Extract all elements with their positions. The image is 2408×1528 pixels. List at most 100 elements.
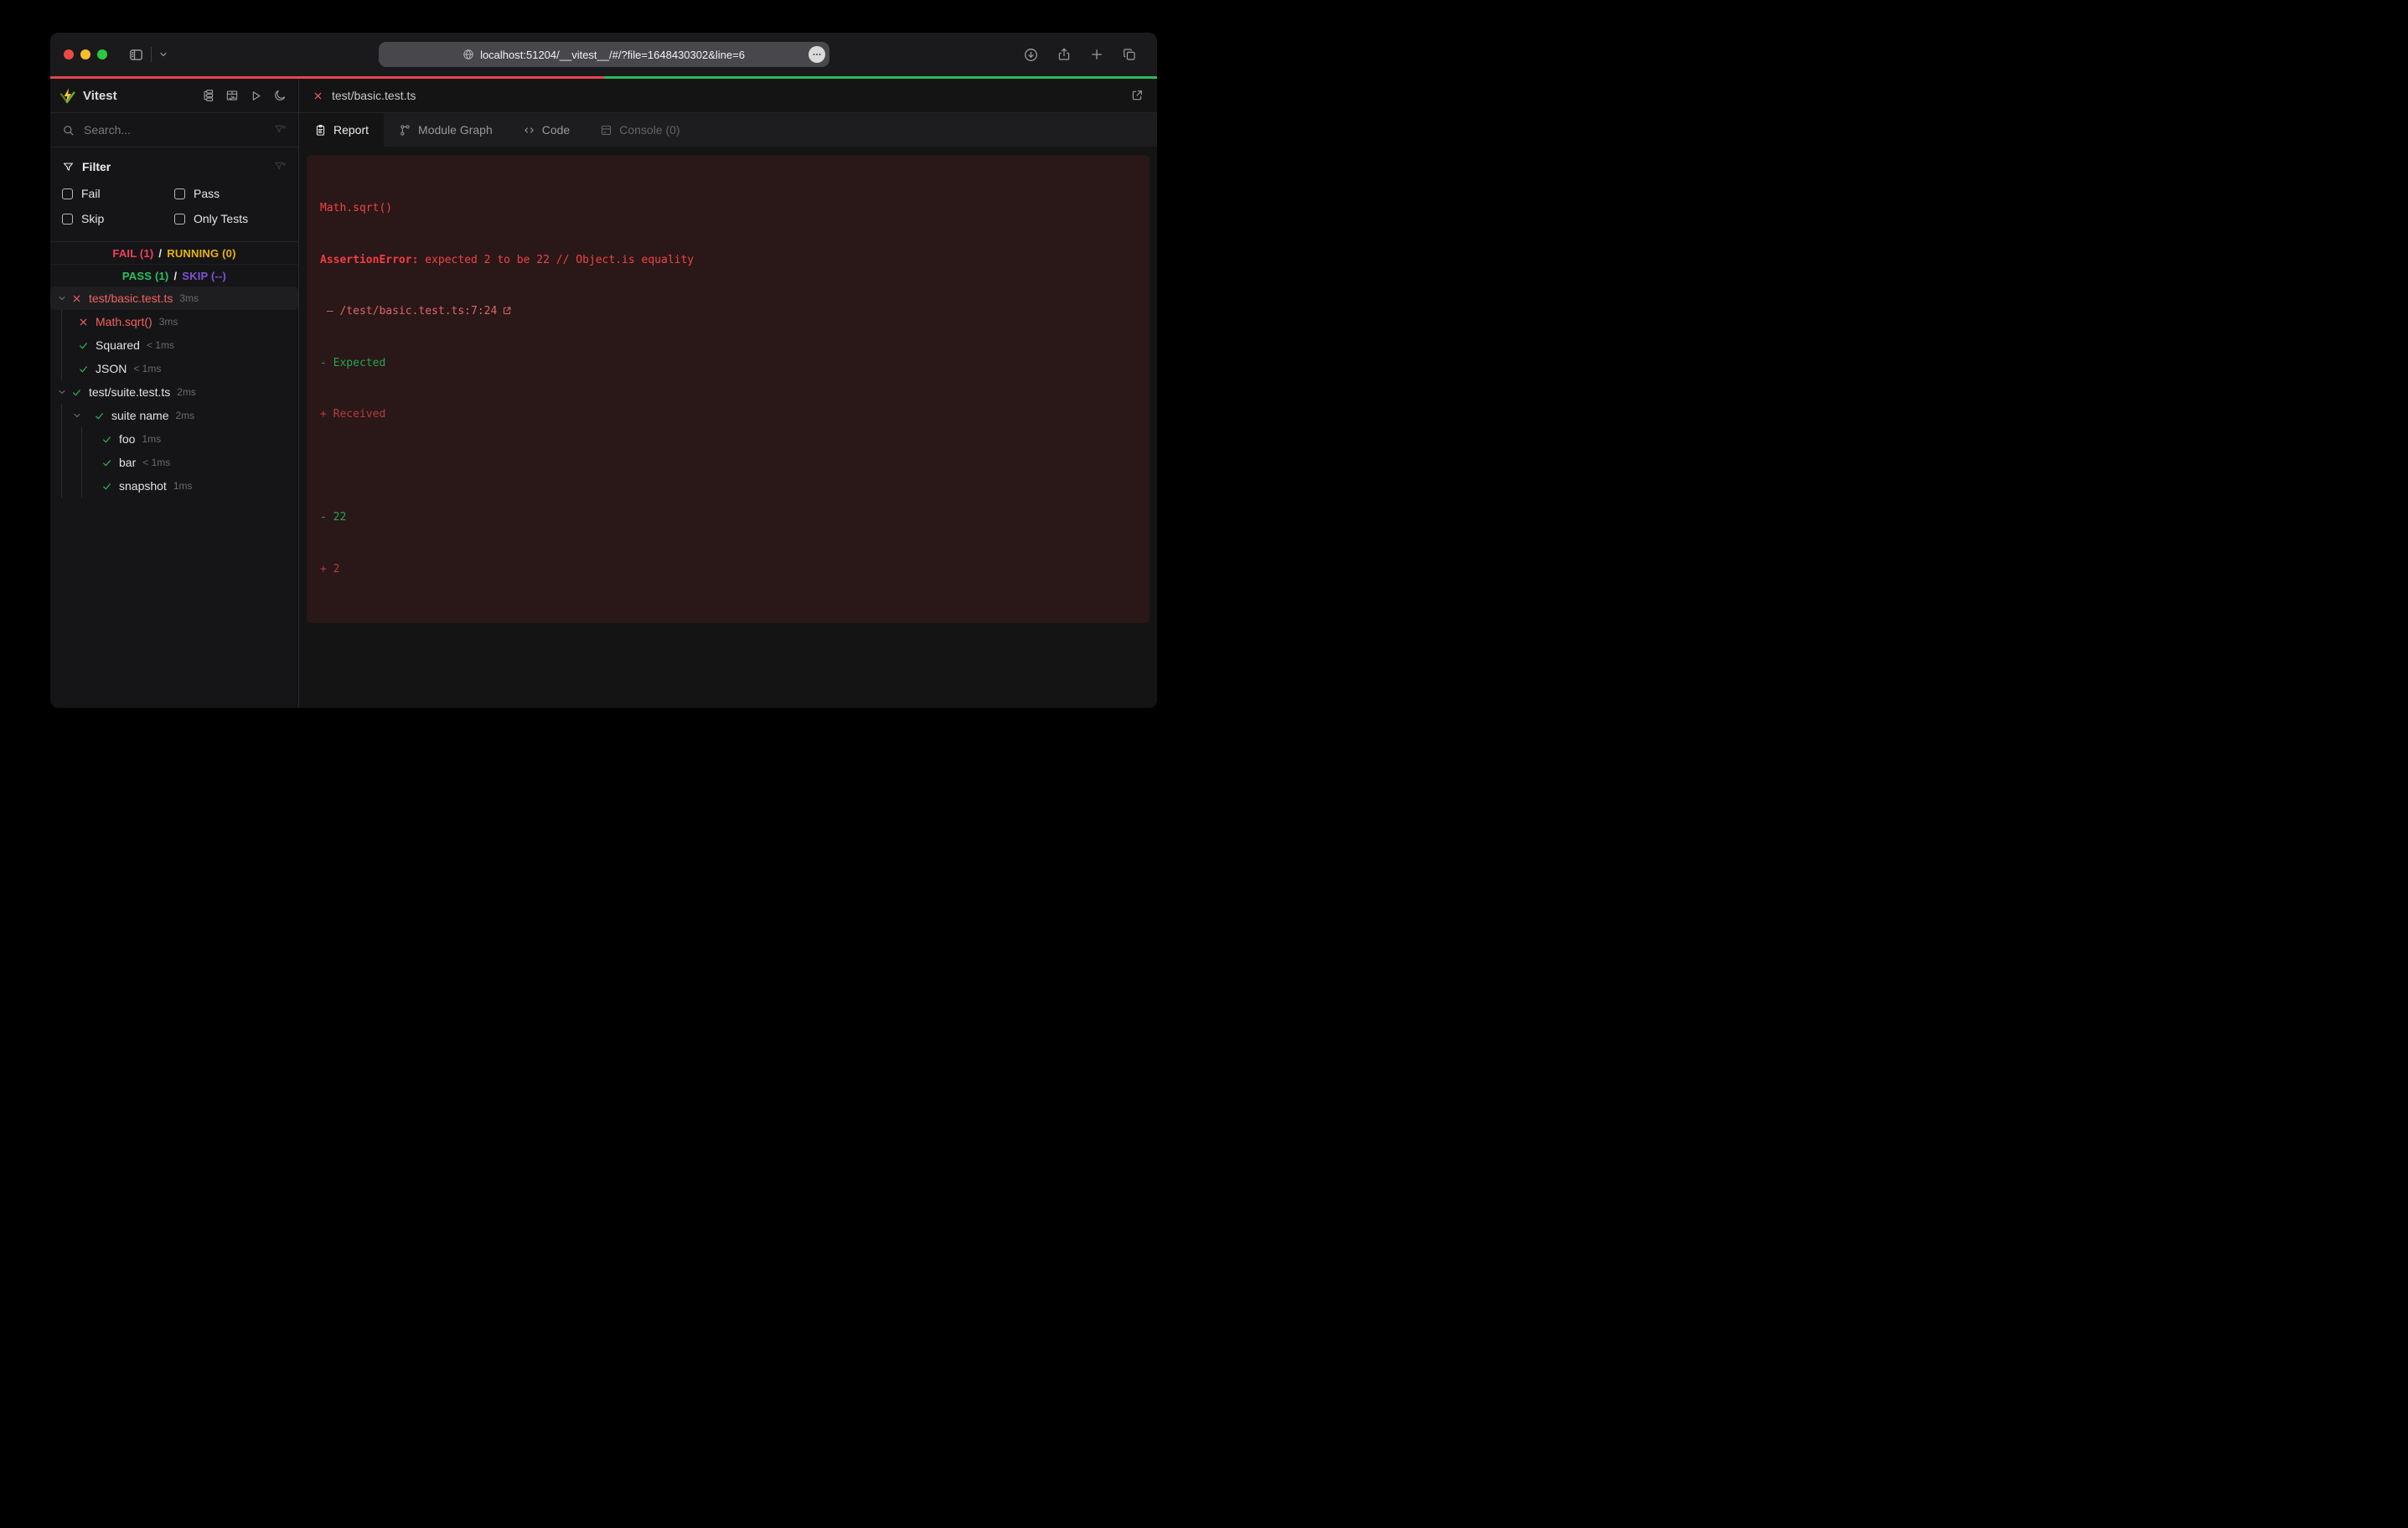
- run-all-icon[interactable]: [250, 90, 262, 102]
- suite-name: suite name: [111, 409, 168, 422]
- dark-mode-icon[interactable]: [273, 89, 287, 102]
- error-name: AssertionError:: [320, 254, 418, 266]
- chevron-down-icon[interactable]: [72, 410, 82, 421]
- tree-row-foo[interactable]: foo 1ms: [82, 427, 298, 451]
- tree-row-squared[interactable]: Squared < 1ms: [62, 333, 298, 357]
- sidebar-toggle-icon[interactable]: [128, 47, 144, 63]
- close-window-button[interactable]: [64, 49, 74, 59]
- tree-row-bar[interactable]: bar < 1ms: [82, 451, 298, 474]
- test-summary: FAIL (1) / RUNNING (0) PASS (1) / SKIP (…: [50, 241, 298, 286]
- fail-checkbox-label: Fail: [81, 187, 101, 200]
- globe-icon: [462, 49, 474, 60]
- open-in-editor-icon[interactable]: [502, 306, 512, 316]
- filter-option-only-tests[interactable]: Only Tests: [174, 206, 287, 231]
- assertion-error-line: AssertionError: expected 2 to be 22 // O…: [320, 252, 1136, 270]
- tab-console[interactable]: Console (0): [585, 113, 695, 147]
- dashboard-icon[interactable]: [225, 89, 239, 102]
- chevron-down-icon[interactable]: [57, 293, 67, 303]
- pass-checkbox-label: Pass: [194, 187, 220, 200]
- search-input[interactable]: [82, 122, 266, 137]
- tree-row-suite-name[interactable]: suite name 2ms: [62, 404, 298, 427]
- new-tab-icon[interactable]: [1089, 47, 1104, 62]
- traffic-lights: [50, 49, 107, 59]
- test-file-name: test/basic.test.ts: [89, 292, 173, 305]
- expand-tree-icon[interactable]: [201, 89, 214, 102]
- clear-search-filter-icon[interactable]: [273, 123, 287, 137]
- filter-option-pass[interactable]: Pass: [174, 181, 287, 206]
- suite-name-children: foo 1ms bar < 1ms: [81, 427, 298, 498]
- page-settings-button[interactable]: [809, 46, 825, 63]
- screen: localhost:51204/__vitest__/#/?file=16484…: [0, 0, 1204, 764]
- test-duration: 1ms: [173, 480, 193, 492]
- toolbar-right-controls: [1023, 33, 1137, 76]
- tree-row-json[interactable]: JSON < 1ms: [62, 357, 298, 380]
- test-duration: 3ms: [179, 292, 199, 304]
- zoom-window-button[interactable]: [97, 49, 107, 59]
- report-icon: [314, 124, 327, 137]
- test-name: Squared: [96, 338, 140, 352]
- clear-filter-icon[interactable]: [273, 160, 287, 173]
- tree-row-snapshot[interactable]: snapshot 1ms: [82, 474, 298, 498]
- filter-options: Fail Pass Skip Only Tests: [62, 178, 287, 236]
- test-duration: 2ms: [175, 410, 194, 421]
- downloads-icon[interactable]: [1023, 47, 1039, 63]
- search-row: [50, 113, 298, 147]
- tab-overview-icon[interactable]: [1122, 47, 1137, 62]
- summary-line-1: FAIL (1) / RUNNING (0): [50, 242, 298, 264]
- test-duration: < 1ms: [142, 457, 170, 468]
- chevron-down-icon[interactable]: [57, 387, 67, 397]
- test-duration: 2ms: [177, 386, 196, 398]
- pass-check-icon: [101, 434, 113, 445]
- app-title: Vitest: [83, 89, 117, 103]
- address-bar[interactable]: localhost:51204/__vitest__/#/?file=16484…: [379, 42, 829, 67]
- main-panel: test/basic.test.ts: [299, 79, 1157, 708]
- test-duration: 1ms: [142, 433, 161, 445]
- tree-row-suite-test-file[interactable]: test/suite.test.ts 2ms: [50, 380, 298, 404]
- error-message: expected 2 to be 22 // Object.is equalit…: [418, 254, 694, 266]
- error-report-panel: Math.sqrt() AssertionError: expected 2 t…: [307, 155, 1150, 623]
- pass-check-icon: [101, 481, 113, 492]
- pass-check-icon: [78, 364, 90, 374]
- test-duration: 3ms: [159, 316, 178, 328]
- diff-expected-label: - Expected: [320, 355, 1136, 373]
- open-in-editor-icon[interactable]: [1130, 89, 1144, 102]
- summary-separator: /: [158, 247, 162, 260]
- pass-check-icon: [78, 340, 90, 351]
- skip-checkbox-label: Skip: [81, 212, 104, 225]
- running-count: RUNNING (0): [167, 247, 235, 260]
- skip-count: SKIP (--): [182, 270, 226, 282]
- stack-location: – /test/basic.test.ts:7:24: [320, 305, 497, 317]
- minimize-window-button[interactable]: [80, 49, 90, 59]
- test-name: Math.sqrt(): [96, 315, 152, 328]
- console-icon: [600, 124, 612, 137]
- chevron-down-icon[interactable]: [158, 49, 168, 59]
- tab-module-graph[interactable]: Module Graph: [384, 113, 508, 147]
- tab-report-label: Report: [333, 123, 369, 137]
- fail-checkbox[interactable]: [62, 188, 73, 199]
- test-name: bar: [119, 456, 136, 469]
- module-graph-icon: [399, 124, 411, 137]
- report-content: Math.sqrt() AssertionError: expected 2 t…: [299, 147, 1157, 708]
- tree-row-math-sqrt[interactable]: Math.sqrt() 3ms: [62, 310, 298, 333]
- tab-code[interactable]: Code: [508, 113, 585, 147]
- stack-trace-line[interactable]: – /test/basic.test.ts:7:24: [320, 303, 1136, 321]
- tab-console-label: Console (0): [619, 123, 680, 137]
- summary-line-2: PASS (1) / SKIP (--): [50, 264, 298, 286]
- diff-expected-value: - 22: [320, 509, 1136, 527]
- share-icon[interactable]: [1057, 47, 1072, 62]
- file-header: test/basic.test.ts: [299, 79, 1157, 113]
- filter-option-skip[interactable]: Skip: [62, 206, 174, 231]
- tab-report[interactable]: Report: [299, 113, 384, 147]
- address-url: localhost:51204/__vitest__/#/?file=16484…: [480, 49, 745, 61]
- test-name: foo: [119, 432, 135, 446]
- browser-window: localhost:51204/__vitest__/#/?file=16484…: [50, 33, 1157, 708]
- skip-checkbox[interactable]: [62, 214, 73, 225]
- filter-title: Filter: [82, 160, 111, 173]
- tree-row-basic-test-file[interactable]: test/basic.test.ts 3ms: [50, 286, 298, 310]
- fail-x-icon: [78, 317, 90, 328]
- only-tests-checkbox[interactable]: [174, 214, 185, 225]
- pass-checkbox[interactable]: [174, 188, 185, 199]
- filter-option-fail[interactable]: Fail: [62, 181, 174, 206]
- only-tests-checkbox-label: Only Tests: [194, 212, 248, 225]
- vitest-logo: [59, 87, 76, 105]
